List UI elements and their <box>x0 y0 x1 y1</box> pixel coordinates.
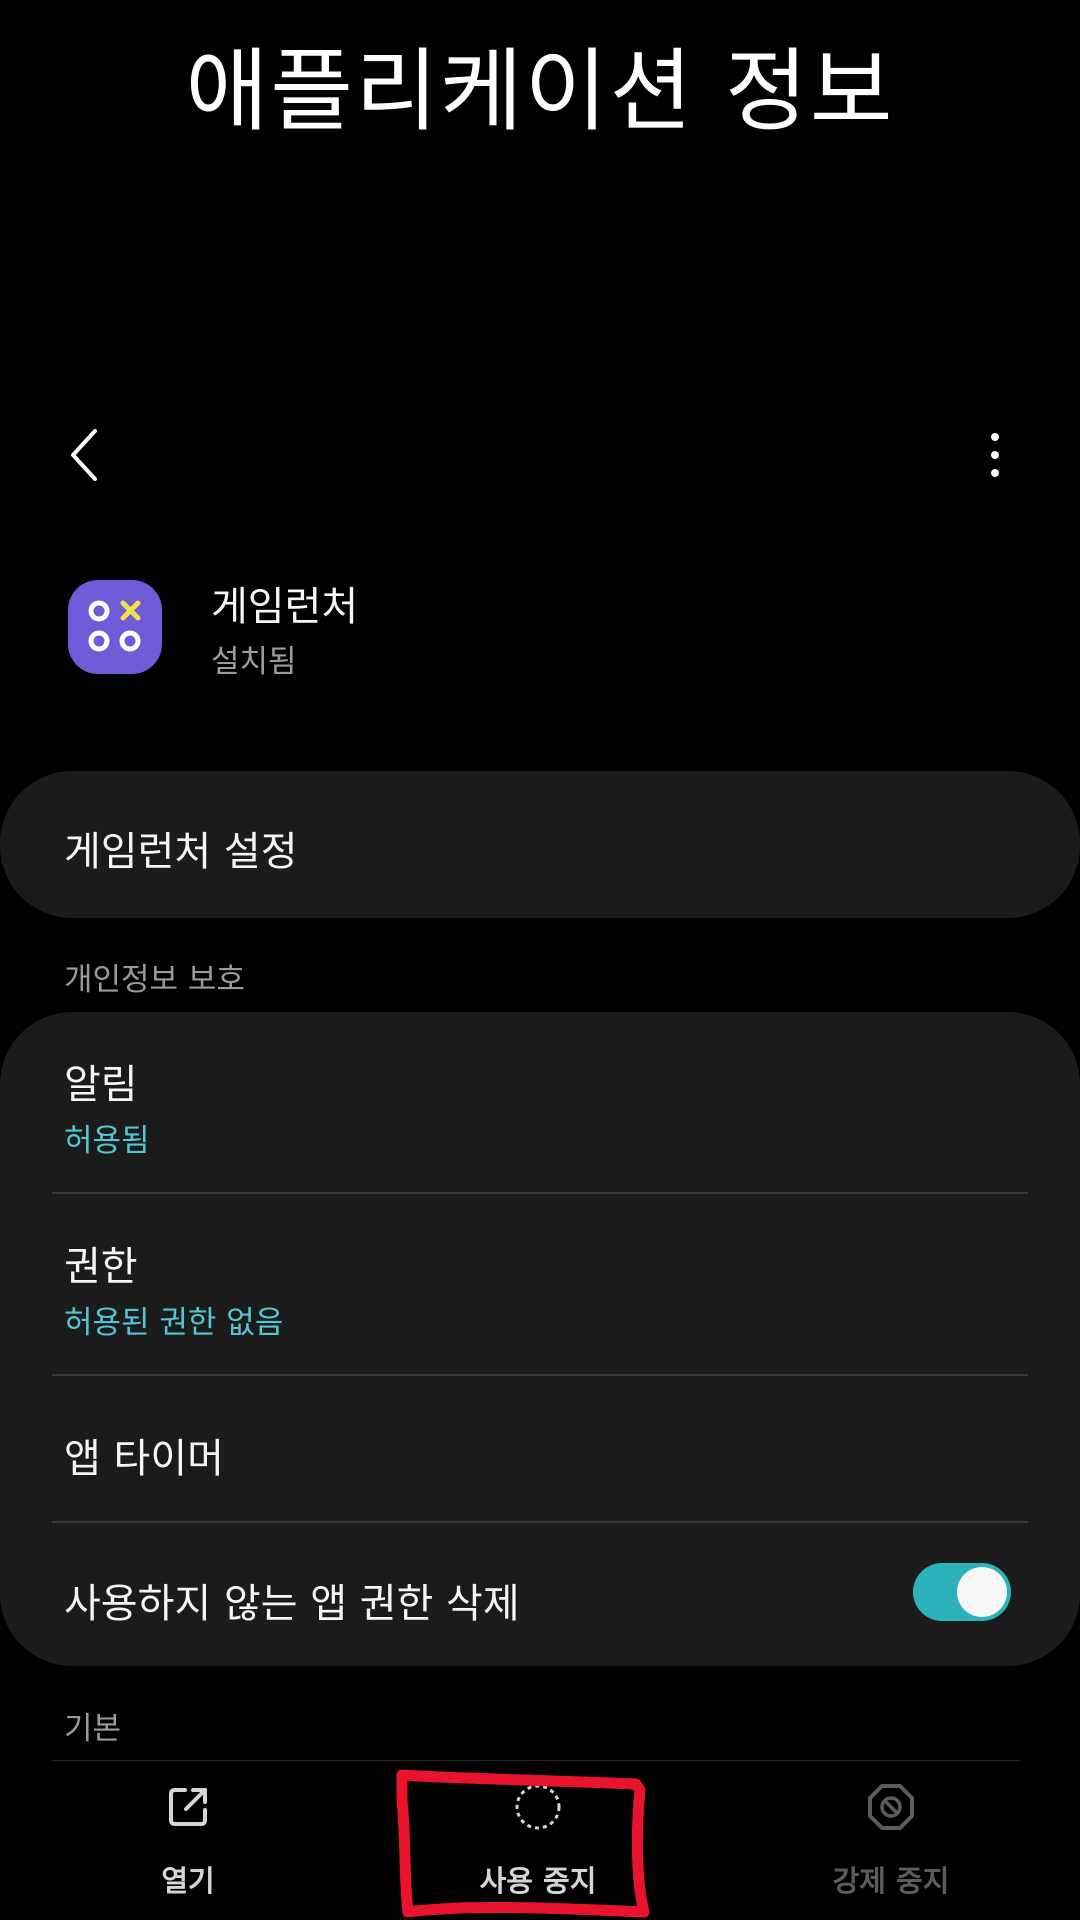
app-install-status: 설치됨 <box>211 644 297 680</box>
bottom-bar-divider <box>52 1760 1020 1761</box>
more-vertical-icon <box>991 433 999 477</box>
permissions-status: 허용된 권한 없음 <box>64 1305 284 1341</box>
privacy-card: 알림 허용됨 권한 허용된 권한 없음 앱 타이머 사용하지 않는 앱 권한 삭… <box>0 1012 1080 1666</box>
force-stop-icon <box>868 1784 914 1830</box>
disable-icon <box>515 1784 561 1830</box>
app-name: 게임런처 <box>211 584 359 630</box>
open-button[interactable]: 열기 <box>88 1782 288 1902</box>
more-options-button[interactable] <box>960 420 1030 490</box>
bottom-action-bar: 열기 사용 중지 강제 중지 <box>0 1762 1080 1920</box>
remove-unused-permissions-title: 사용하지 않는 앱 권한 삭제 <box>64 1581 520 1627</box>
app-settings-label: 게임런처 설정 <box>64 829 298 875</box>
notifications-title: 알림 <box>64 1062 138 1108</box>
notifications-row[interactable]: 알림 허용됨 <box>0 1012 1080 1192</box>
app-timer-row[interactable]: 앱 타이머 <box>0 1376 1080 1521</box>
permissions-row[interactable]: 권한 허용된 권한 없음 <box>0 1194 1080 1374</box>
disable-label: 사용 중지 <box>479 1864 597 1898</box>
back-icon <box>71 429 97 481</box>
force-stop-label: 강제 중지 <box>832 1864 950 1898</box>
app-header: 게임런처 설치됨 <box>68 580 968 680</box>
notifications-status: 허용됨 <box>64 1123 150 1159</box>
remove-unused-permissions-toggle[interactable] <box>913 1563 1011 1621</box>
permissions-title: 권한 <box>64 1244 138 1290</box>
app-settings-row[interactable]: 게임런처 설정 <box>0 771 1080 918</box>
disable-button[interactable]: 사용 중지 <box>438 1782 638 1902</box>
toggle-knob <box>957 1567 1007 1617</box>
app-timer-title: 앱 타이머 <box>64 1436 224 1482</box>
back-button[interactable] <box>50 420 120 490</box>
page-title: 애플리케이션 정보 <box>185 39 895 144</box>
game-launcher-app-icon <box>68 580 162 674</box>
open-label: 열기 <box>161 1864 215 1898</box>
basic-section-header: 기본 <box>64 1711 122 1747</box>
force-stop-button[interactable]: 강제 중지 <box>791 1782 991 1902</box>
privacy-section-header: 개인정보 보호 <box>64 962 245 998</box>
open-external-icon <box>169 1788 207 1826</box>
